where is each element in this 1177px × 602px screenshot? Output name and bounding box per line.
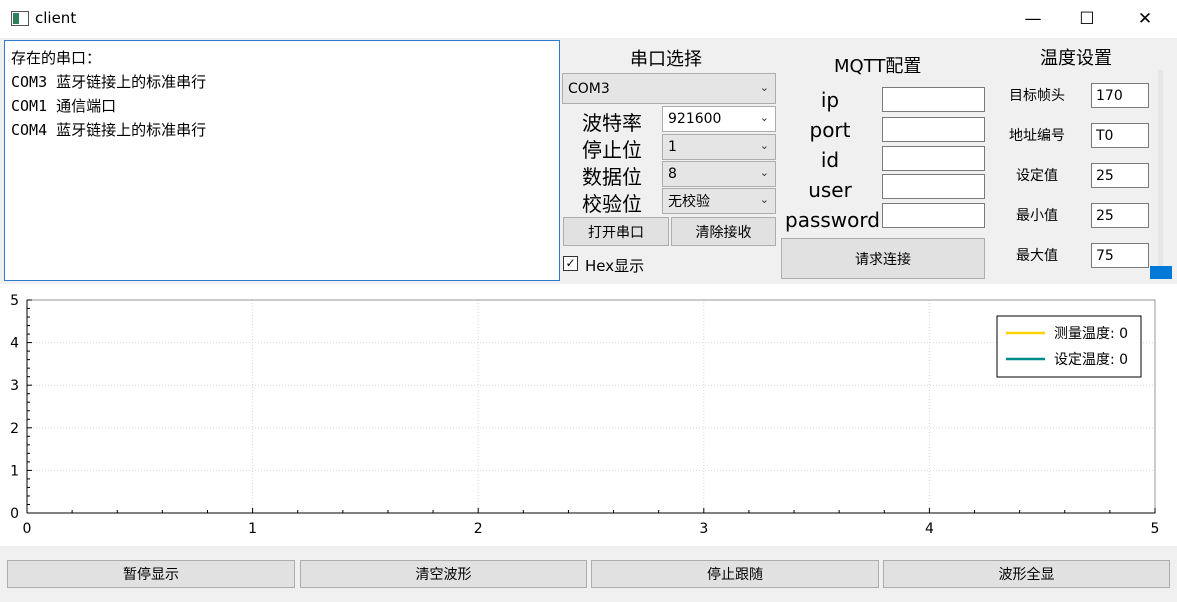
minimize-button[interactable]: — [1010, 0, 1056, 38]
ip-input[interactable] [882, 87, 985, 112]
user-label: user [808, 178, 852, 202]
connect-button[interactable]: 请求连接 [781, 238, 985, 279]
stop-follow-button[interactable]: 停止跟随 [591, 560, 879, 588]
close-button[interactable]: ✕ [1122, 0, 1168, 38]
x-tick-label: 3 [699, 521, 708, 537]
header-input[interactable]: 170 [1091, 83, 1149, 108]
id-label: id [820, 148, 840, 172]
min-input[interactable]: 25 [1091, 203, 1149, 228]
x-tick-label: 0 [23, 521, 32, 537]
vertical-slider-track[interactable] [1158, 70, 1163, 268]
baud-label: 波特率 [582, 111, 642, 135]
chevron-down-icon: ⌄ [759, 193, 769, 207]
x-tick-label: 4 [925, 521, 934, 537]
y-tick-label: 4 [10, 336, 19, 352]
address-input[interactable]: T0 [1091, 123, 1149, 148]
y-tick-label: 0 [10, 506, 19, 522]
data-bits-label: 数据位 [582, 165, 642, 189]
user-input[interactable] [882, 174, 985, 199]
y-tick-label: 5 [10, 293, 19, 309]
y-tick-label: 1 [10, 463, 19, 479]
baud-select-value: 921600 [668, 111, 722, 127]
ip-label: ip [820, 88, 840, 112]
data-bits-select[interactable]: 8 ⌄ [662, 161, 776, 187]
min-label: 最小值 [1016, 208, 1058, 224]
port-select[interactable]: COM3 ⌄ [562, 73, 776, 104]
clear-wave-button[interactable]: 清空波形 [300, 560, 587, 588]
maximize-button[interactable]: ☐ [1064, 0, 1110, 38]
parity-label: 校验位 [582, 192, 642, 216]
clear-receive-button[interactable]: 清除接收 [671, 217, 776, 246]
x-tick-label: 5 [1151, 521, 1160, 537]
setpoint-label: 设定值 [1016, 168, 1058, 184]
port-input[interactable] [882, 117, 985, 142]
chevron-down-icon: ⌄ [759, 166, 769, 180]
legend-label: 设定温度: 0 [1054, 352, 1128, 368]
id-input[interactable] [882, 146, 985, 171]
header-label: 目标帧头 [1009, 88, 1065, 104]
parity-value: 无校验 [668, 194, 710, 210]
port-label: port [809, 118, 851, 142]
pause-display-button[interactable]: 暂停显示 [7, 560, 295, 588]
chevron-down-icon: ⌄ [759, 139, 769, 153]
hex-label: Hex显示 [585, 257, 645, 275]
open-port-button[interactable]: 打开串口 [563, 217, 669, 246]
chevron-down-icon: ⌄ [759, 111, 769, 125]
port-select-value: COM3 [568, 80, 610, 97]
max-input[interactable]: 75 [1091, 243, 1149, 268]
check-icon: ✓ [565, 256, 576, 270]
chevron-down-icon: ⌄ [759, 80, 769, 94]
stop-bits-select[interactable]: 1 ⌄ [662, 134, 776, 160]
baud-select[interactable]: 921600 ⌄ [662, 106, 776, 132]
x-tick-label: 2 [474, 521, 483, 537]
port-list-textarea[interactable]: 存在的串口： COM3 蓝牙链接上的标准串行 COM1 通信端口 COM4 蓝牙… [4, 40, 560, 281]
legend-label: 测量温度: 0 [1054, 326, 1128, 342]
y-tick-label: 2 [10, 421, 19, 437]
setpoint-input[interactable]: 25 [1091, 163, 1149, 188]
full-view-button[interactable]: 波形全显 [883, 560, 1170, 588]
password-label: password [785, 208, 880, 232]
hex-checkbox[interactable]: ✓ [563, 256, 578, 271]
temperature-chart: 0 1 2 3 4 5 0 1 2 3 4 5 测量温度: 0 设定温度: 0 [10, 293, 1160, 537]
y-tick-label: 3 [10, 378, 19, 394]
x-tick-label: 1 [248, 521, 257, 537]
temperature-section-title: 温度设置 [1040, 48, 1112, 69]
plot-area[interactable]: 0 1 2 3 4 5 0 1 2 3 4 5 测量温度: 0 设定温度: 0 [0, 284, 1177, 546]
title-bar [0, 0, 1177, 38]
stop-bits-label: 停止位 [582, 138, 642, 162]
stop-bits-value: 1 [668, 139, 677, 155]
password-input[interactable] [882, 203, 985, 228]
data-bits-value: 8 [668, 166, 677, 182]
serial-section-title: 串口选择 [630, 49, 702, 70]
address-label: 地址编号 [1009, 128, 1065, 144]
mqtt-section-title: MQTT配置 [834, 56, 922, 77]
max-label: 最大值 [1016, 248, 1058, 264]
window-title: client [35, 9, 77, 27]
app-icon [11, 11, 29, 26]
parity-select[interactable]: 无校验 ⌄ [662, 188, 776, 214]
vertical-slider-handle[interactable] [1150, 266, 1172, 279]
plot-frame [26, 299, 1156, 514]
